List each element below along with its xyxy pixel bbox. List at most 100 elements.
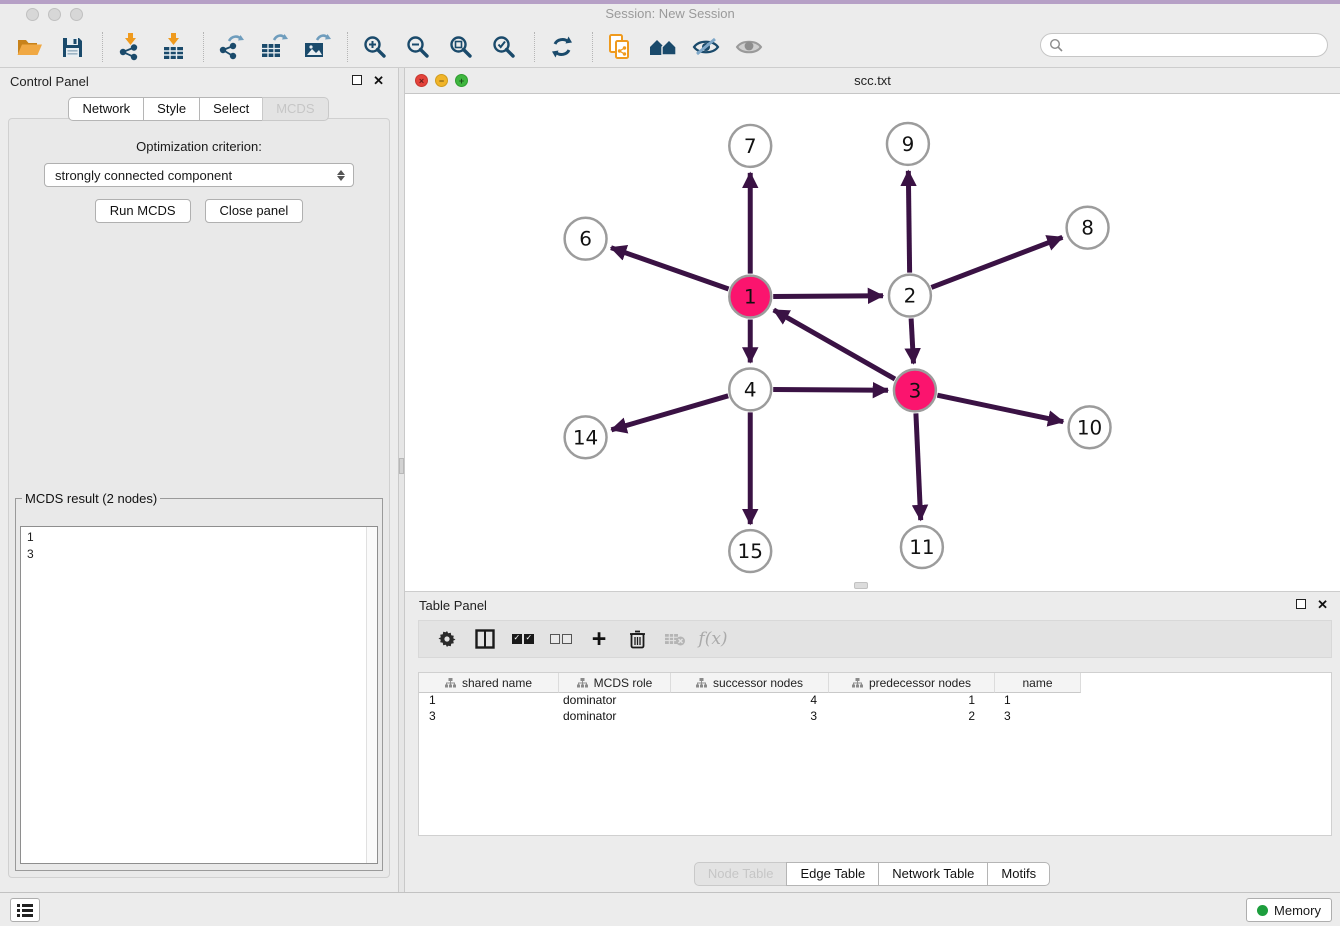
pages-share-icon[interactable] xyxy=(603,31,637,63)
column-header-MCDS-role[interactable]: MCDS role xyxy=(559,673,671,693)
edge-3-11[interactable] xyxy=(916,413,921,520)
table-cell[interactable]: dominator xyxy=(559,693,671,709)
column-header-label: MCDS role xyxy=(594,676,653,690)
table-cell[interactable]: 1 xyxy=(419,693,559,709)
open-icon[interactable] xyxy=(12,31,46,63)
tab-motifs[interactable]: Motifs xyxy=(987,862,1050,886)
mcds-result-item: 1 xyxy=(27,529,371,546)
refresh-icon[interactable] xyxy=(545,31,579,63)
export-image-icon[interactable] xyxy=(300,31,334,63)
import-table-icon[interactable] xyxy=(156,31,190,63)
mcds-result-list[interactable]: 13 xyxy=(20,526,378,864)
zoom-selected-icon[interactable] xyxy=(487,31,521,63)
network-close-icon[interactable]: × xyxy=(415,74,428,87)
trash-icon[interactable] xyxy=(625,627,649,651)
search-box[interactable] xyxy=(1040,33,1328,57)
export-table-icon[interactable] xyxy=(257,31,291,63)
window-minimize-icon[interactable] xyxy=(48,8,61,21)
canvas-hscrollbar-thumb[interactable] xyxy=(854,582,868,589)
node-2[interactable]: 2 xyxy=(889,275,931,317)
checked-boxes-icon[interactable] xyxy=(511,627,535,651)
tab-mcds[interactable]: MCDS xyxy=(262,97,328,121)
edge-2-9[interactable] xyxy=(908,171,909,273)
table-cell[interactable]: 1 xyxy=(829,693,995,709)
memory-button[interactable]: Memory xyxy=(1246,898,1332,922)
result-scrollbar[interactable] xyxy=(366,527,377,863)
edge-1-6[interactable] xyxy=(611,248,729,289)
network-canvas[interactable]: 7 9 6 8 1 2 4 3 14 10 15 11 xyxy=(405,94,1340,591)
node-table[interactable]: shared name MCDS role successor nodesprede… xyxy=(418,672,1332,836)
table-cell[interactable]: 2 xyxy=(829,709,995,725)
edge-1-2[interactable] xyxy=(773,296,883,297)
node-6[interactable]: 6 xyxy=(565,218,607,260)
gear-icon[interactable] xyxy=(435,627,459,651)
window-traffic-lights[interactable] xyxy=(26,8,83,21)
table-cell[interactable]: dominator xyxy=(559,709,671,725)
network-zoom-icon[interactable]: + xyxy=(455,74,468,87)
table-cell[interactable]: 3 xyxy=(419,709,559,725)
table-tabs: Node TableEdge TableNetwork TableMotifs xyxy=(405,862,1340,886)
edge-3-10[interactable] xyxy=(937,395,1063,422)
node-15[interactable]: 15 xyxy=(729,530,771,572)
network-minimize-icon[interactable]: − xyxy=(435,74,448,87)
criterion-select[interactable]: strongly connected component xyxy=(44,163,354,187)
tab-network-table[interactable]: Network Table xyxy=(878,862,988,886)
window-close-icon[interactable] xyxy=(26,8,39,21)
plus-icon[interactable]: + xyxy=(587,627,611,651)
node-10[interactable]: 10 xyxy=(1069,406,1111,448)
import-network-icon[interactable] xyxy=(113,31,147,63)
zoom-out-icon[interactable] xyxy=(401,31,435,63)
edge-4-3[interactable] xyxy=(773,390,888,391)
tab-edge-table[interactable]: Edge Table xyxy=(786,862,879,886)
node-11[interactable]: 11 xyxy=(901,526,943,568)
tab-style[interactable]: Style xyxy=(143,97,200,121)
column-header-shared-name[interactable]: shared name xyxy=(419,673,559,693)
window-zoom-icon[interactable] xyxy=(70,8,83,21)
network-graph[interactable]: 7 9 6 8 1 2 4 3 14 10 15 11 xyxy=(405,94,1340,591)
tab-select[interactable]: Select xyxy=(199,97,263,121)
node-14[interactable]: 14 xyxy=(565,416,607,458)
task-history-button[interactable] xyxy=(10,898,40,922)
splitter-grip[interactable] xyxy=(399,458,404,474)
split-view-icon[interactable] xyxy=(473,627,497,651)
table-cell[interactable]: 4 xyxy=(671,693,829,709)
table-row[interactable]: 3dominator323 xyxy=(419,709,1331,725)
run-mcds-button[interactable]: Run MCDS xyxy=(95,199,191,223)
search-input[interactable] xyxy=(1064,36,1327,54)
tab-network[interactable]: Network xyxy=(68,97,144,121)
column-header-label: name xyxy=(1022,676,1052,690)
column-header-successor-nodes[interactable]: successor nodes xyxy=(671,673,829,693)
table-row[interactable]: 1dominator411 xyxy=(419,693,1331,709)
column-header-name[interactable]: name xyxy=(995,673,1081,693)
edge-3-1[interactable] xyxy=(774,310,895,379)
node-1[interactable]: 1 xyxy=(729,276,771,318)
unchecked-boxes-icon[interactable] xyxy=(549,627,573,651)
table-cell[interactable]: 3 xyxy=(671,709,829,725)
table-float-icon[interactable] xyxy=(1296,599,1306,609)
float-panel-icon[interactable] xyxy=(352,75,362,85)
edge-2-3[interactable] xyxy=(911,319,913,364)
export-network-icon[interactable] xyxy=(214,31,248,63)
eye-slash-icon[interactable] xyxy=(689,31,723,63)
panel-splitter[interactable] xyxy=(398,68,405,892)
table-cell[interactable]: 3 xyxy=(995,709,1081,725)
table-close-icon[interactable]: ✕ xyxy=(1317,597,1328,613)
houses-icon[interactable] xyxy=(646,31,680,63)
network-window-titlebar[interactable]: × − + scc.txt xyxy=(405,68,1340,94)
edge-4-14[interactable] xyxy=(611,396,728,430)
node-9[interactable]: 9 xyxy=(887,123,929,165)
zoom-in-icon[interactable] xyxy=(358,31,392,63)
eye-icon[interactable] xyxy=(732,31,766,63)
zoom-fit-icon[interactable] xyxy=(444,31,478,63)
column-header-predecessor-nodes[interactable]: predecessor nodes xyxy=(829,673,995,693)
tab-node-table[interactable]: Node Table xyxy=(694,862,788,886)
table-cell[interactable]: 1 xyxy=(995,693,1081,709)
node-7[interactable]: 7 xyxy=(729,125,771,167)
close-panel-icon[interactable]: ✕ xyxy=(373,73,384,89)
node-3[interactable]: 3 xyxy=(894,369,936,411)
node-4[interactable]: 4 xyxy=(729,368,771,410)
edge-2-8[interactable] xyxy=(931,237,1062,287)
save-icon[interactable] xyxy=(55,31,89,63)
close-panel-button[interactable]: Close panel xyxy=(205,199,304,223)
node-8[interactable]: 8 xyxy=(1067,207,1109,249)
